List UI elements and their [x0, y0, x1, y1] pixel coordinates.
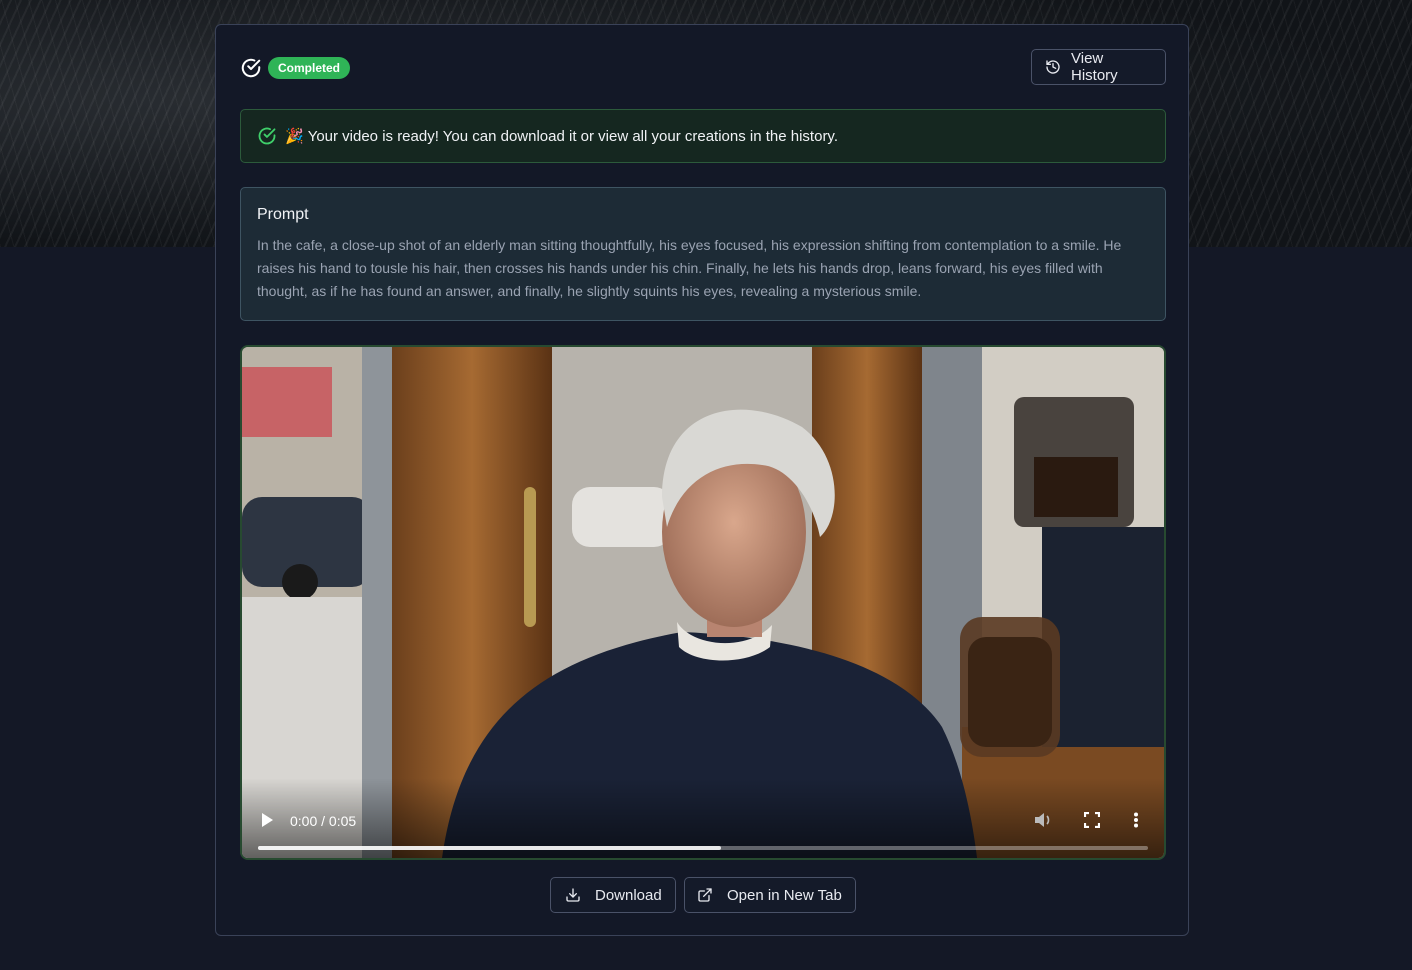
video-controls: 0:00 / 0:05	[242, 778, 1164, 858]
check-circle-icon	[241, 58, 261, 78]
status-badge: Completed	[268, 57, 351, 79]
play-icon[interactable]	[260, 812, 274, 828]
prompt-title: Prompt	[257, 206, 309, 223]
success-alert: 🎉 Your video is ready! You can download …	[240, 109, 1166, 163]
video-progress-bar[interactable]	[258, 846, 1148, 850]
video-player[interactable]: 0:00 / 0:05	[240, 345, 1166, 860]
download-button[interactable]: Download	[550, 877, 676, 913]
external-link-icon	[698, 888, 712, 902]
open-new-tab-button[interactable]: Open in New Tab	[684, 877, 856, 913]
view-history-button[interactable]: View History	[1031, 49, 1166, 85]
open-new-tab-label: Open in New Tab	[727, 886, 842, 904]
party-emoji: 🎉	[285, 128, 304, 145]
history-icon	[1046, 60, 1060, 74]
alert-message: Your video is ready! You can download it…	[307, 127, 838, 145]
more-options-icon[interactable]	[1133, 812, 1139, 828]
download-icon	[566, 888, 580, 902]
check-circle-icon	[258, 127, 276, 145]
view-history-label: View History	[1071, 50, 1118, 84]
result-card: Completed View History 🎉 Your video is r…	[215, 24, 1189, 936]
fullscreen-icon[interactable]	[1084, 812, 1100, 828]
prompt-text: In the cafe, a close-up shot of an elder…	[257, 237, 1122, 299]
download-label: Download	[595, 886, 662, 904]
video-progress-fill	[258, 846, 721, 850]
prompt-panel: Prompt In the cafe, a close-up shot of a…	[240, 187, 1166, 321]
volume-icon[interactable]	[1034, 812, 1052, 828]
video-time: 0:00 / 0:05	[290, 813, 357, 829]
